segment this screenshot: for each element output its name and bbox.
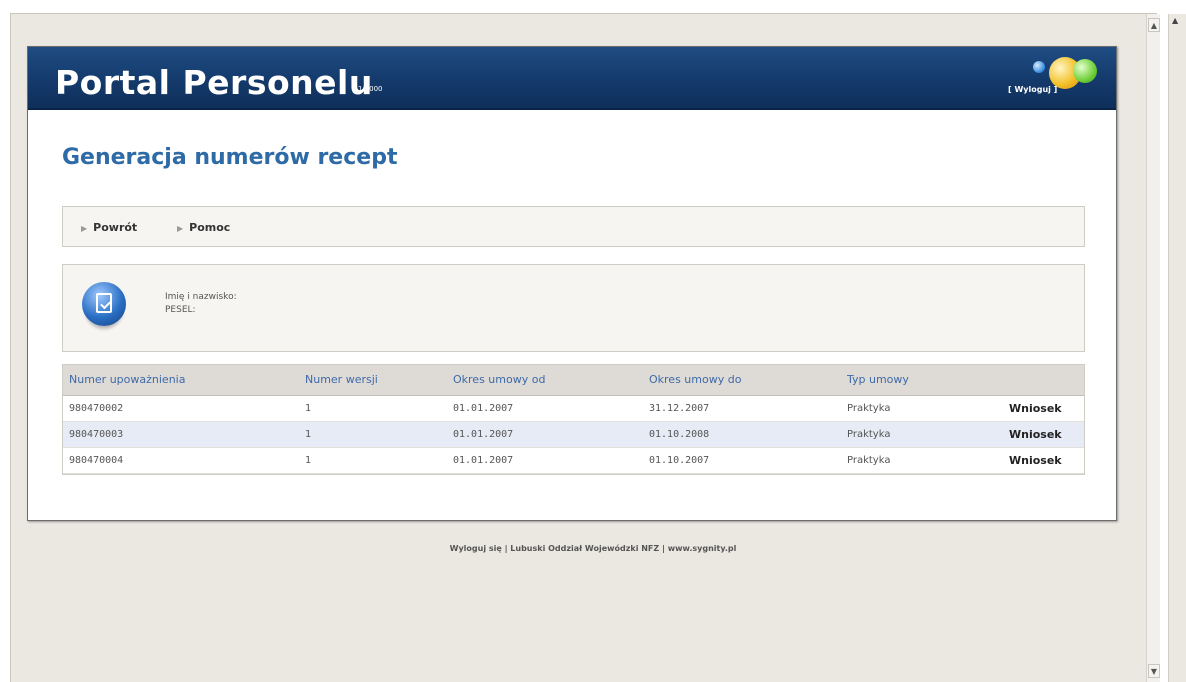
main-panel: Portal Personelu 1.0000 [ Wyloguj ] Gene… bbox=[27, 46, 1117, 521]
back-link-label: Powrót bbox=[93, 221, 138, 234]
vertical-scrollbar[interactable]: ▲ ▼ bbox=[1146, 14, 1160, 682]
green-bubble-icon bbox=[1073, 59, 1097, 83]
adjacent-window-frame bbox=[1168, 14, 1186, 682]
scroll-up-arrow-icon: ▲ bbox=[1172, 16, 1179, 25]
col-header-period-to: Okres umowy do bbox=[643, 365, 841, 396]
cell-contract-type: Praktyka bbox=[841, 421, 1003, 448]
col-header-version-number: Numer wersji bbox=[299, 365, 447, 396]
scroll-down-arrow-icon[interactable]: ▼ bbox=[1148, 664, 1160, 678]
user-info-box: Imię i nazwisko: PESEL: bbox=[62, 264, 1085, 352]
col-header-period-from: Okres umowy od bbox=[447, 365, 643, 396]
arrow-right-icon: ▶ bbox=[81, 224, 88, 233]
logout-link[interactable]: [ Wyloguj ] bbox=[1008, 85, 1057, 94]
table-header-row: Numer upoważnienia Numer wersji Okres um… bbox=[63, 365, 1084, 396]
footer-org-link[interactable]: Lubuski Oddział Wojewódzki NFZ bbox=[510, 544, 659, 553]
table-row: 980470003 1 01.01.2007 01.10.2008 Prakty… bbox=[63, 421, 1084, 448]
document-check-icon bbox=[82, 282, 126, 326]
help-link[interactable]: ▶ Pomoc bbox=[177, 221, 230, 234]
cell-period-to: 31.12.2007 bbox=[643, 395, 841, 422]
authorizations-table: Numer upoważnienia Numer wersji Okres um… bbox=[62, 364, 1085, 475]
footer-logout-link[interactable]: Wyloguj się bbox=[450, 544, 502, 553]
arrow-right-icon: ▶ bbox=[177, 224, 184, 233]
request-link[interactable]: Wniosek bbox=[1003, 395, 1084, 422]
nav-bar: ▶ Powrót ▶ Pomoc bbox=[62, 206, 1085, 247]
footer-site-link[interactable]: www.sygnity.pl bbox=[668, 544, 737, 553]
col-header-authorization-number: Numer upoważnienia bbox=[63, 365, 299, 396]
scroll-up-arrow-icon[interactable]: ▲ bbox=[1148, 18, 1160, 32]
cell-authorization-number: 980470002 bbox=[63, 395, 299, 422]
cell-contract-type: Praktyka bbox=[841, 447, 1003, 474]
cell-authorization-number: 980470003 bbox=[63, 421, 299, 448]
cell-period-to: 01.10.2008 bbox=[643, 421, 841, 448]
cell-period-from: 01.01.2007 bbox=[447, 395, 643, 422]
cell-version-number: 1 bbox=[299, 447, 447, 474]
page-footer: Wyloguj się | Lubuski Oddział Wojewódzki… bbox=[0, 544, 1186, 553]
document-icon bbox=[96, 293, 112, 313]
cell-period-to: 01.10.2007 bbox=[643, 447, 841, 474]
request-link[interactable]: Wniosek bbox=[1003, 421, 1084, 448]
logo-bubbles-icon bbox=[1033, 53, 1103, 103]
app-title: Portal Personelu bbox=[55, 63, 373, 102]
col-header-action bbox=[1003, 365, 1084, 396]
footer-separator: | bbox=[501, 544, 511, 553]
adjacent-window-edge: ▲ bbox=[1160, 0, 1186, 682]
app-header: Portal Personelu 1.0000 [ Wyloguj ] bbox=[28, 47, 1116, 110]
table-row: 980470004 1 01.01.2007 01.10.2007 Prakty… bbox=[63, 447, 1084, 474]
cell-authorization-number: 980470004 bbox=[63, 447, 299, 474]
col-header-contract-type: Typ umowy bbox=[841, 365, 1003, 396]
cell-period-from: 01.01.2007 bbox=[447, 421, 643, 448]
cell-contract-type: Praktyka bbox=[841, 395, 1003, 422]
footer-separator: | bbox=[659, 544, 668, 553]
cell-version-number: 1 bbox=[299, 395, 447, 422]
blue-bubble-icon bbox=[1033, 61, 1045, 73]
back-link[interactable]: ▶ Powrót bbox=[81, 221, 137, 234]
cell-period-from: 01.01.2007 bbox=[447, 447, 643, 474]
help-link-label: Pomoc bbox=[189, 221, 231, 234]
name-label: Imię i nazwisko: bbox=[165, 292, 237, 302]
pesel-label: PESEL: bbox=[165, 305, 196, 315]
request-link[interactable]: Wniosek bbox=[1003, 447, 1084, 474]
page-title: Generacja numerów recept bbox=[62, 145, 398, 170]
app-version: 1.0000 bbox=[358, 85, 383, 93]
table-row: 980470002 1 01.01.2007 31.12.2007 Prakty… bbox=[63, 395, 1084, 422]
cell-version-number: 1 bbox=[299, 421, 447, 448]
